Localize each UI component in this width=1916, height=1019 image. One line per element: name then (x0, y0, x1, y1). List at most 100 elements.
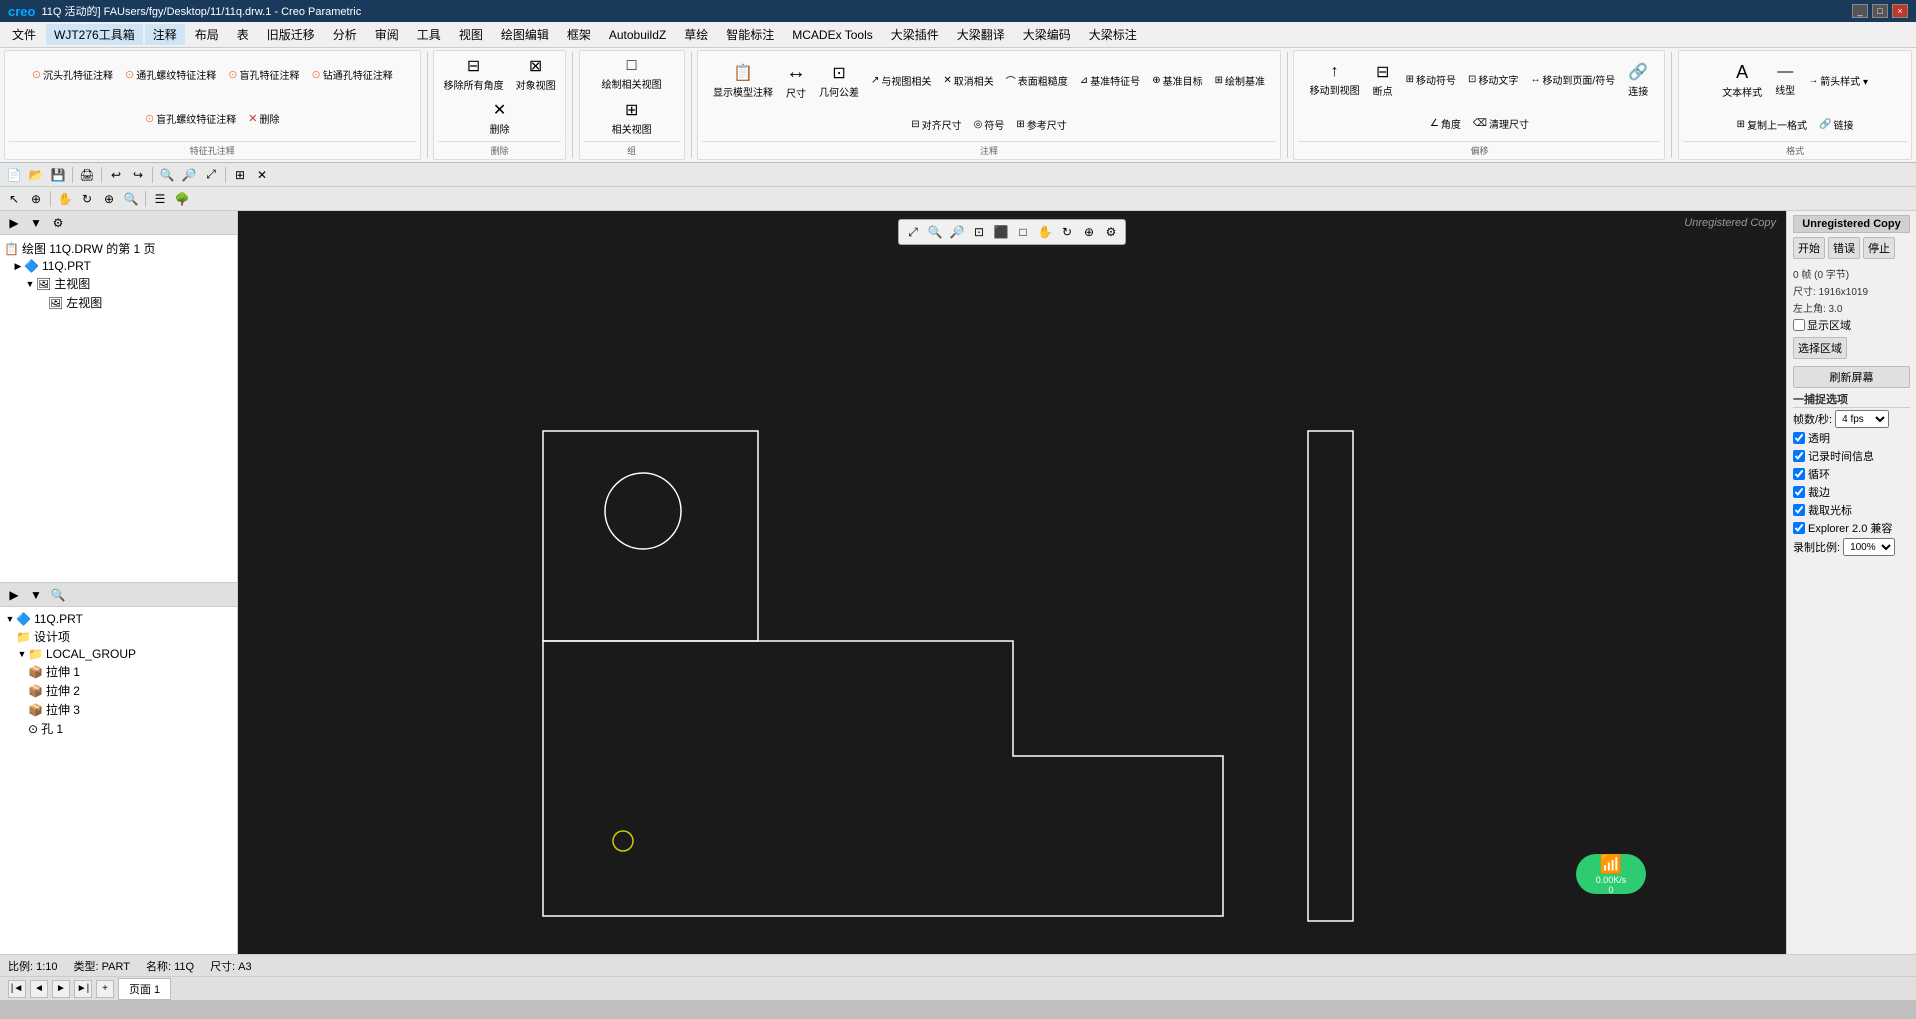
loop-cb[interactable] (1793, 468, 1805, 480)
tb-print[interactable]: 🖨 (77, 165, 97, 185)
explorer-cb[interactable] (1793, 522, 1805, 534)
btn-surface-roughness[interactable]: ⌒ 表面粗糙度 (1001, 71, 1073, 90)
tb-zoom-in[interactable]: 🔍 (157, 165, 177, 185)
btn-geo-tolerance[interactable]: ⊡ 几何公差 (814, 60, 864, 102)
btn-connect[interactable]: 🔗 连接 (1622, 59, 1654, 101)
btn-show-model-ann[interactable]: 📋 显示模型注释 (708, 60, 778, 102)
menu-view[interactable]: 视图 (451, 24, 491, 45)
vt-rotate[interactable]: ↻ (1057, 222, 1077, 242)
menu-smart-dim[interactable]: 智能标注 (718, 24, 782, 45)
tree-left-view[interactable]: 🖼 左视图 (0, 293, 237, 312)
menu-beam-plugin[interactable]: 大梁插件 (883, 24, 947, 45)
local-group-arrow[interactable]: ▼ (16, 649, 28, 659)
btn-stop[interactable]: 停止 (1863, 237, 1895, 259)
vt-zoom-fit[interactable]: ⤢ (903, 222, 923, 242)
tb2-pick[interactable]: ⊕ (26, 189, 46, 209)
tb2-select[interactable]: ↖ (4, 189, 24, 209)
tb-open[interactable]: 📂 (26, 165, 46, 185)
menu-autobuildz[interactable]: AutobuildZ (601, 26, 674, 44)
btn-drill-through[interactable]: ⊙ 钻通孔特征注释 (306, 65, 397, 84)
btn-copy-format[interactable]: ⊞ 复制上一格式 (1732, 115, 1812, 134)
btn-remove-obj[interactable]: ⊠ 对象视图 (511, 53, 561, 95)
menu-review[interactable]: 审阅 (367, 24, 407, 45)
menu-file[interactable]: 文件 (4, 24, 44, 45)
transparent-cb[interactable] (1793, 432, 1805, 444)
tree-11q-prt-top[interactable]: ▶ 🔷 11Q.PRT (0, 258, 237, 274)
menu-beam-translate[interactable]: 大梁翻译 (949, 24, 1013, 45)
menu-mcadex[interactable]: MCADEx Tools (784, 26, 880, 44)
vt-snap[interactable]: ⊕ (1079, 222, 1099, 242)
btn-blind[interactable]: ⊙ 盲孔特征注释 (223, 65, 304, 84)
tree-design[interactable]: 📁 设计项 (0, 627, 237, 646)
tree-local-group[interactable]: ▼ 📁 LOCAL_GROUP (0, 646, 237, 662)
btn-remove-all-views[interactable]: ⊟ 移除所有角度 (439, 53, 509, 95)
prt-root-arrow[interactable]: ▼ (4, 614, 16, 624)
maximize-button[interactable]: □ (1872, 4, 1888, 18)
vt-zoom-area[interactable]: ⊡ (969, 222, 989, 242)
btn-move-text[interactable]: ⊡ 移动文字 (1463, 70, 1523, 89)
tb-new[interactable]: 📄 (4, 165, 24, 185)
tb2-rotate[interactable]: ↻ (77, 189, 97, 209)
fps-select[interactable]: 1 fps 2 fps 4 fps 8 fps 15 fps 30 fps (1835, 410, 1889, 428)
btn-arrow-style[interactable]: → 箭头样式 ▾ (1803, 71, 1873, 90)
menu-drawing-edit[interactable]: 绘图编辑 (493, 24, 557, 45)
minimize-button[interactable]: _ (1852, 4, 1868, 18)
tb2-pan[interactable]: ✋ (55, 189, 75, 209)
btn-through-thread[interactable]: ⊙ 通孔螺纹特征注释 (120, 65, 221, 84)
tree-main-view[interactable]: ▼ 🖼 主视图 (0, 274, 237, 293)
tree-hole1[interactable]: ⊙ 孔 1 (0, 719, 237, 738)
menu-frame[interactable]: 框架 (559, 24, 599, 45)
tree-collapse[interactable]: ▼ (26, 213, 46, 233)
page-first[interactable]: |◄ (8, 980, 26, 998)
btn-related-view2[interactable]: ↗ 与视图相关 (866, 71, 936, 90)
close-button[interactable]: × (1892, 4, 1908, 18)
btn-sym[interactable]: ◎ 符号 (969, 115, 1010, 134)
record-time-cb[interactable] (1793, 450, 1805, 462)
menu-sketch[interactable]: 草绘 (676, 24, 716, 45)
part-tree-collapse[interactable]: ▼ (26, 585, 46, 605)
tree-prt-root[interactable]: ▼ 🔷 11Q.PRT (0, 611, 237, 627)
tree-settings[interactable]: ⚙ (48, 213, 68, 233)
btn-line-style[interactable]: — 线型 (1769, 60, 1801, 100)
vt-pan[interactable]: ✋ (1035, 222, 1055, 242)
menu-layout[interactable]: 布局 (187, 24, 227, 45)
btn-ref-dim[interactable]: ⊞ 参考尺寸 (1011, 115, 1071, 134)
btn-text-style[interactable]: A 文本样式 (1717, 59, 1767, 102)
menu-beam-code[interactable]: 大梁编码 (1015, 24, 1079, 45)
page-tab-1[interactable]: 页面 1 (118, 978, 171, 1000)
show-region-cb[interactable] (1793, 319, 1805, 331)
page-next[interactable]: ► (52, 980, 70, 998)
btn-related-view[interactable]: ⊞ 相关视图 (607, 97, 657, 139)
btn-blind-thread[interactable]: ⊙ 盲孔螺纹特征注释 (140, 109, 241, 128)
btn-delete-ann[interactable]: ✕ 删除 (243, 109, 284, 128)
btn-breakpoint[interactable]: ⊟ 断点 (1367, 59, 1399, 101)
btn-countersunk[interactable]: ⊙ 沉头孔特征注释 (27, 65, 118, 84)
btn-align-dim[interactable]: ⊟ 对齐尺寸 (906, 115, 966, 134)
tb-switch-window[interactable]: ⊞ (230, 165, 250, 185)
btn-error[interactable]: 错误 (1828, 237, 1860, 259)
btn-draw-related-view[interactable]: □ 绘制相关视图 (597, 54, 667, 94)
btn-move-symbol[interactable]: ⊞ 移动符号 (1401, 70, 1461, 89)
tb-undo[interactable]: ↩ (106, 165, 126, 185)
tree-extrude2[interactable]: 📦 拉伸 2 (0, 681, 237, 700)
vt-zoom-out[interactable]: 🔎 (947, 222, 967, 242)
btn-select-region[interactable]: 选择区域 (1793, 337, 1847, 359)
btn-cancel-related[interactable]: ✕ 取消相关 (938, 71, 998, 90)
tb-save[interactable]: 💾 (48, 165, 68, 185)
crop-cb[interactable] (1793, 486, 1805, 498)
btn-clear-dim[interactable]: ⌫ 清理尺寸 (1468, 114, 1534, 133)
menu-migrate[interactable]: 旧版迁移 (259, 24, 323, 45)
canvas-area[interactable]: ⤢ 🔍 🔎 ⊡ ⬛ □ ✋ ↻ ⊕ ⚙ Unregis (238, 211, 1786, 954)
crop-cursor-cb[interactable] (1793, 504, 1805, 516)
menu-analysis[interactable]: 分析 (325, 24, 365, 45)
vt-wireframe[interactable]: □ (1013, 222, 1033, 242)
btn-link[interactable]: 🔗 链接 (1814, 115, 1858, 134)
tb2-zoom2[interactable]: ⊕ (99, 189, 119, 209)
tree-expand[interactable]: ▶ (4, 213, 24, 233)
btn-move-to-view[interactable]: ↑ 移动到视图 (1305, 60, 1365, 100)
tree-extrude1[interactable]: 📦 拉伸 1 (0, 662, 237, 681)
menu-annotation[interactable]: 注释 (145, 24, 185, 45)
btn-start[interactable]: 开始 (1793, 237, 1825, 259)
tb2-model-tree[interactable]: 🌳 (172, 189, 192, 209)
vt-zoom-in[interactable]: 🔍 (925, 222, 945, 242)
